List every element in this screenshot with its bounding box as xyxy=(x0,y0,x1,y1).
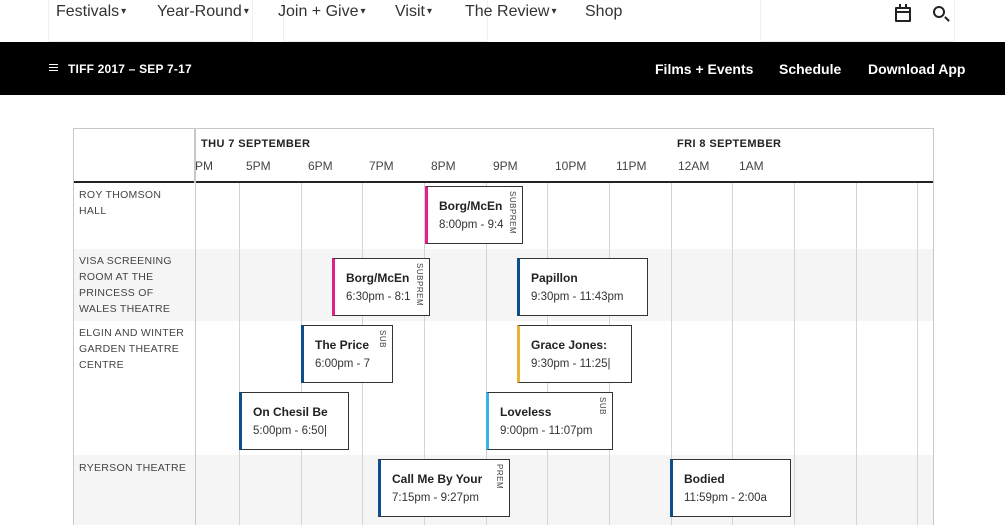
hour-label: PM xyxy=(195,159,213,173)
top-navigation: Festivals ▾ Year-Round ▾ Join + Give ▾ Visi… xyxy=(0,0,1005,42)
event-card[interactable]: On Chesil Be 5:00pm - 6:50| xyxy=(239,392,349,450)
chevron-down-icon: ▾ xyxy=(426,6,432,17)
calendar-icon[interactable] xyxy=(895,4,911,22)
nav-year-round[interactable]: Year-Round ▾ xyxy=(157,3,249,21)
event-title: Loveless xyxy=(500,405,552,419)
event-time: 11:59pm - 2:00a xyxy=(684,492,767,504)
nav-festivals-label: Festivals xyxy=(56,3,120,20)
event-card[interactable]: Borg/McEn 6:30pm - 8:1 SUB PREM xyxy=(332,258,430,316)
event-title: The Price xyxy=(315,338,370,352)
event-title: On Chesil Be xyxy=(253,405,328,419)
event-tags: SUB PREM xyxy=(508,191,521,241)
download-app-link[interactable]: Download App xyxy=(868,61,965,77)
festival-title[interactable]: TIFF 2017 – SEP 7-17 xyxy=(68,62,192,76)
event-time: 5:00pm - 6:50| xyxy=(253,425,327,437)
nav-shop[interactable]: Shop xyxy=(585,3,622,21)
gridline xyxy=(794,183,795,525)
event-card[interactable]: Loveless 9:00pm - 11:07pm SUB xyxy=(486,392,613,450)
festival-bar: TIFF 2017 – SEP 7-17 Films + Events Sche… xyxy=(0,42,1005,95)
nav-join-give-label: Join + Give xyxy=(278,3,359,20)
nav-visit-label: Visit xyxy=(395,3,425,20)
menu-icon[interactable] xyxy=(49,64,58,71)
gridline xyxy=(239,183,240,525)
chevron-down-icon: ▾ xyxy=(360,6,366,17)
event-time: 9:30pm - 11:25| xyxy=(531,358,611,370)
gridline xyxy=(917,183,918,525)
hour-label: 12AM xyxy=(678,159,710,173)
event-card[interactable]: The Price 6:00pm - 7 SUB xyxy=(301,325,393,383)
venue-name: RYERSON THEATRE xyxy=(79,462,187,474)
background-filter-box xyxy=(760,0,955,42)
event-card[interactable]: Papillon 9:30pm - 11:43pm xyxy=(517,258,648,316)
day-label-fri: FRI 8 SEPTEMBER xyxy=(677,138,782,150)
event-tag: PREM xyxy=(495,464,504,490)
hour-label: 11PM xyxy=(616,159,647,173)
hour-label: 10PM xyxy=(555,159,587,173)
event-time: 8:00pm - 9:4 xyxy=(439,219,504,231)
event-card[interactable]: Call Me By Your 7:15pm - 9:27pm PREM xyxy=(378,459,510,517)
venue-name: ELGIN AND WINTER GARDEN THEATRE CENTRE xyxy=(79,327,185,371)
venue-name: VISA SCREENING ROOM AT THE PRINCESS OF W… xyxy=(79,255,172,315)
nav-year-round-label: Year-Round xyxy=(157,3,242,20)
event-tags: PREM xyxy=(495,464,508,514)
event-tag: PREM xyxy=(415,280,424,307)
search-icon[interactable] xyxy=(933,6,945,18)
event-tag: SUB xyxy=(598,397,607,415)
event-time: 9:30pm - 11:43pm xyxy=(531,291,624,303)
day-label-thu: THU 7 SEPTEMBER xyxy=(201,138,311,150)
event-card[interactable]: Grace Jones: 9:30pm - 11:25| xyxy=(517,325,632,383)
event-title: Grace Jones: xyxy=(531,338,608,352)
venue-row: VISA SCREENING ROOM AT THE PRINCESS OF W… xyxy=(74,249,933,321)
event-tags: SUB xyxy=(598,397,611,447)
event-time: 6:00pm - 7 xyxy=(315,358,370,370)
nav-the-review-label: The Review xyxy=(465,3,550,20)
schedule-header: THU 7 SEPTEMBER FRI 8 SEPTEMBER PM 5PM 6… xyxy=(74,129,933,183)
event-tag: PREM xyxy=(508,208,517,235)
schedule-grid: THU 7 SEPTEMBER FRI 8 SEPTEMBER PM 5PM 6… xyxy=(73,128,934,525)
event-title: Borg/McEn xyxy=(439,199,503,213)
chevron-down-icon: ▾ xyxy=(243,6,249,17)
hour-label: 7PM xyxy=(369,159,394,173)
event-title: Bodied xyxy=(684,472,725,486)
hour-label: 1AM xyxy=(739,159,764,173)
venue-name: ROY THOMSON HALL xyxy=(79,189,162,217)
event-title: Borg/McEn xyxy=(346,271,410,285)
event-tag: SUB xyxy=(508,191,517,209)
nav-join-give[interactable]: Join + Give ▾ xyxy=(278,3,366,21)
event-time: 6:30pm - 8:1 xyxy=(346,291,411,303)
hour-label: 6PM xyxy=(308,159,333,173)
event-time: 9:00pm - 11:07pm xyxy=(500,425,593,437)
hour-label: 5PM xyxy=(246,159,271,173)
event-time: 7:15pm - 9:27pm xyxy=(392,492,479,504)
films-events-link[interactable]: Films + Events xyxy=(655,61,753,77)
nav-festivals[interactable]: Festivals ▾ xyxy=(56,3,126,21)
venue-column-header xyxy=(74,129,195,183)
event-tag: SUB xyxy=(415,263,424,281)
divider xyxy=(195,129,196,525)
chevron-down-icon: ▾ xyxy=(121,6,127,17)
event-title: Call Me By Your xyxy=(392,472,483,486)
nav-visit[interactable]: Visit ▾ xyxy=(395,3,432,21)
nav-the-review[interactable]: The Review ▾ xyxy=(465,3,557,21)
event-tags: SUB PREM xyxy=(415,263,428,313)
hour-label: 8PM xyxy=(431,159,456,173)
chevron-down-icon: ▾ xyxy=(551,6,557,17)
event-card[interactable]: Borg/McEn 8:00pm - 9:4 SUB PREM xyxy=(425,186,523,244)
gridline xyxy=(856,183,857,525)
event-tags: SUB xyxy=(378,330,391,380)
event-title: Papillon xyxy=(531,271,578,285)
schedule-link[interactable]: Schedule xyxy=(779,61,841,77)
event-card[interactable]: Bodied 11:59pm - 2:00a xyxy=(670,459,791,517)
hour-label: 9PM xyxy=(493,159,518,173)
event-tag: SUB xyxy=(378,330,387,348)
